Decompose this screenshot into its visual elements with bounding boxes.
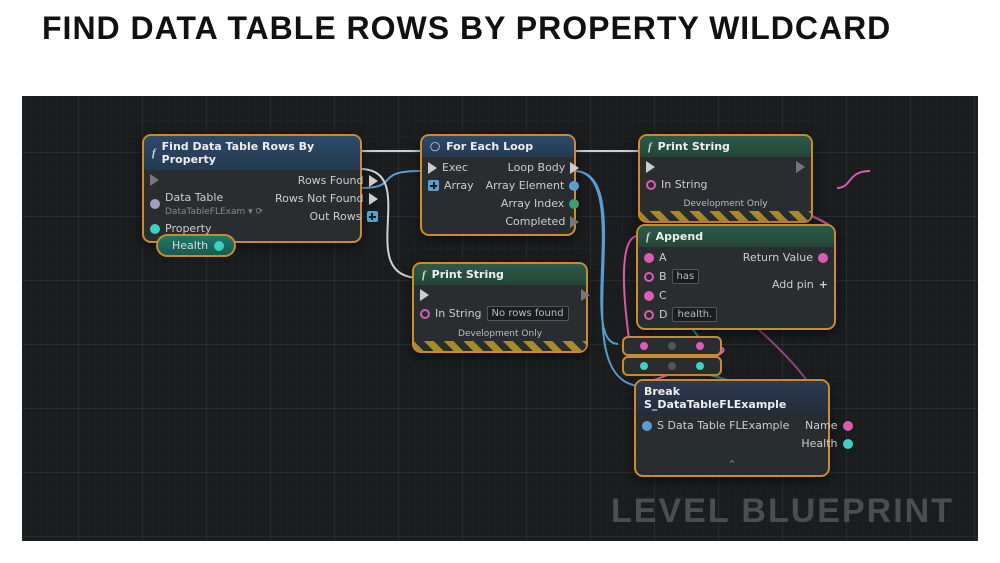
loop-body-pin[interactable]: Loop Body	[508, 161, 580, 174]
dev-stripe	[414, 341, 586, 351]
return-value-pin[interactable]: Return Value	[743, 251, 828, 264]
in-string-value[interactable]: No rows found	[487, 306, 569, 321]
node-find-data-table-rows[interactable]: fFind Data Table Rows By Property Data T…	[142, 134, 362, 243]
node-print-string-1[interactable]: fPrint String In String Development Only	[638, 134, 813, 223]
health-out-pin[interactable]: Health	[801, 437, 852, 450]
blueprint-graph[interactable]: fFind Data Table Rows By Property Data T…	[22, 96, 978, 541]
out-rows-pin[interactable]: Out Rows	[309, 210, 377, 223]
page-title: FIND DATA TABLE ROWS BY PROPERTY WILDCAR…	[0, 0, 1000, 52]
exec-in-pin[interactable]	[646, 161, 708, 173]
in-string-pin[interactable]: In String No rows found	[420, 306, 569, 321]
c-pin[interactable]: C	[644, 289, 717, 302]
dev-stripe	[640, 211, 811, 221]
node-header: fFind Data Table Rows By Property	[144, 136, 360, 170]
node-append[interactable]: fAppend A B has C D health. Return Value…	[636, 224, 836, 330]
array-pin[interactable]: Array	[428, 179, 474, 192]
exec-pin[interactable]: Exec	[428, 161, 474, 174]
watermark: LEVEL BLUEPRINT	[611, 492, 954, 531]
add-pin-button[interactable]: +Add pin	[772, 278, 828, 291]
exec-in-pin[interactable]	[150, 174, 263, 186]
name-out-pin[interactable]: Name	[805, 419, 852, 432]
exec-out-pin[interactable]	[796, 161, 805, 173]
health-variable-badge[interactable]: Health	[156, 234, 236, 257]
reroute-pink[interactable]	[622, 336, 722, 356]
dev-only-label: Development Only	[414, 327, 586, 339]
b-pin[interactable]: B has	[644, 269, 717, 284]
exec-out-pin[interactable]	[581, 289, 590, 301]
node-header: fAppend	[638, 226, 834, 247]
rows-not-found-pin[interactable]: Rows Not Found	[275, 192, 377, 205]
completed-pin[interactable]: Completed	[505, 215, 579, 228]
node-header: fPrint String	[640, 136, 811, 157]
exec-in-pin[interactable]	[420, 289, 569, 301]
expand-chevron-icon[interactable]: ⌃	[636, 456, 828, 475]
dev-only-label: Development Only	[640, 197, 811, 209]
d-value[interactable]: health.	[672, 307, 717, 322]
node-print-string-2[interactable]: fPrint String In String No rows found De…	[412, 262, 588, 353]
a-pin[interactable]: A	[644, 251, 717, 264]
reroute-cyan[interactable]	[622, 356, 722, 376]
array-element-pin[interactable]: Array Element	[486, 179, 580, 192]
array-index-pin[interactable]: Array Index	[501, 197, 579, 210]
data-table-pin[interactable]: Data Table DataTableFLExam ▾ ⟳	[150, 191, 263, 217]
d-pin[interactable]: D health.	[644, 307, 717, 322]
node-for-each-loop[interactable]: ◯For Each Loop Exec Array Loop Body Arra…	[420, 134, 576, 236]
b-value[interactable]: has	[672, 269, 700, 284]
node-header: ◯For Each Loop	[422, 136, 574, 157]
rows-found-pin[interactable]: Rows Found	[298, 174, 378, 187]
node-break-struct[interactable]: Break S_DataTableFLExample S Data Table …	[634, 379, 830, 477]
in-string-pin[interactable]: In String	[646, 178, 708, 191]
node-header: fPrint String	[414, 264, 586, 285]
struct-in-pin[interactable]: S Data Table FLExample	[642, 419, 789, 432]
node-header: Break S_DataTableFLExample	[636, 381, 828, 415]
